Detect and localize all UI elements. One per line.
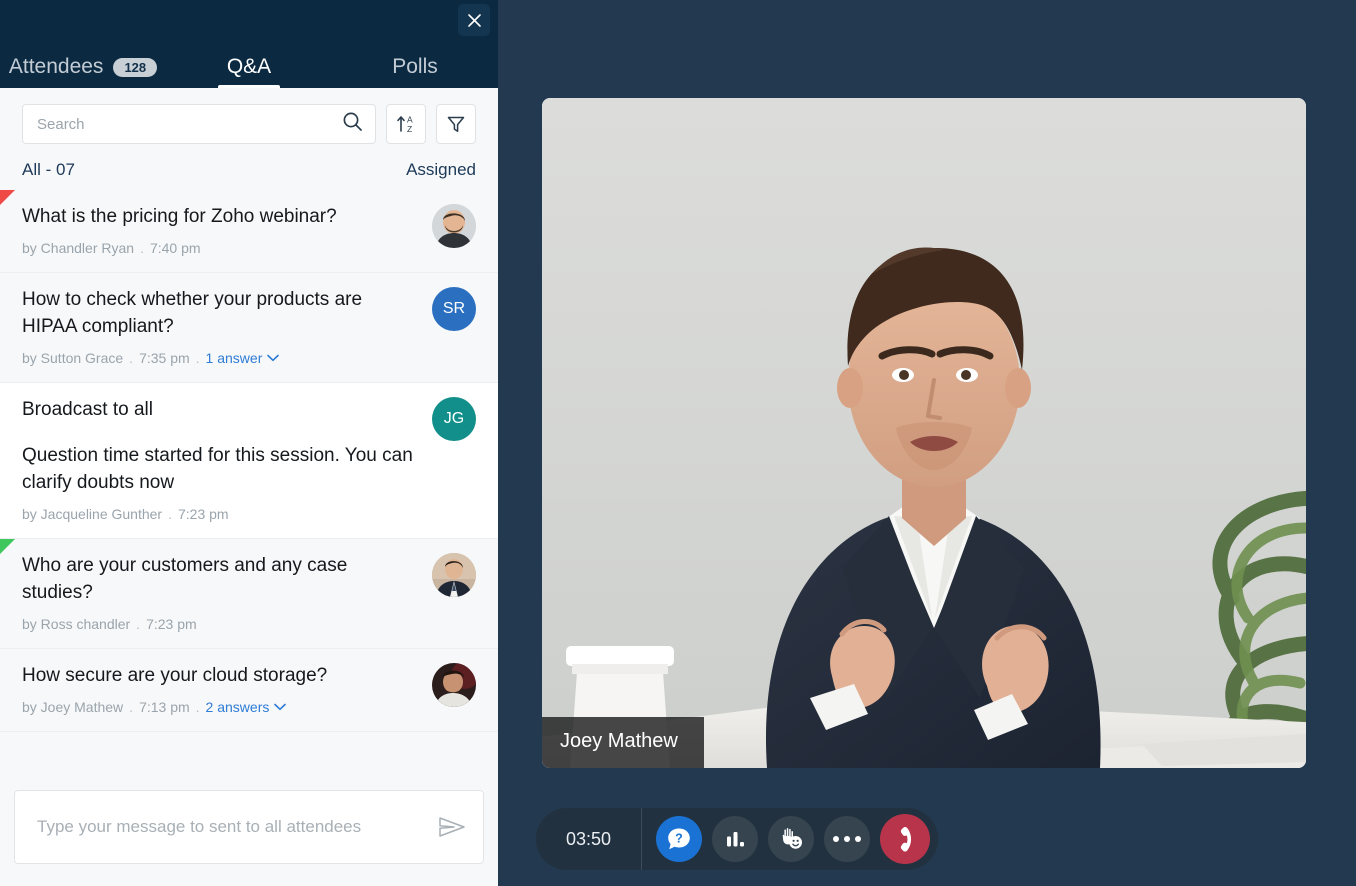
qa-item-author: by Chandler Ryan	[22, 239, 135, 256]
avatar[interactable]	[432, 552, 476, 597]
qa-item-time: 7:13 pm	[139, 698, 190, 715]
avatar[interactable]: JG	[432, 396, 476, 441]
chevron-down-icon	[274, 703, 287, 710]
qa-item-meta: by Chandler Ryan. 7:40 pm	[22, 240, 420, 256]
filter-icon[interactable]	[436, 104, 476, 144]
session-timer: 03:50	[536, 808, 642, 870]
control-buttons: ?	[642, 814, 930, 864]
send-icon[interactable]	[437, 815, 467, 839]
qa-item-answers-toggle[interactable]: 2 answers	[206, 699, 287, 715]
avatar[interactable]: SR	[432, 286, 476, 331]
filter-assigned-label[interactable]: Assigned	[406, 160, 476, 180]
qa-item[interactable]: What is the pricing for Zoho webinar? by …	[0, 190, 498, 273]
list-header: All - 07 Assigned	[0, 154, 498, 190]
search-toolbar: A Z	[0, 88, 498, 154]
tab-active-underline	[218, 85, 280, 88]
qa-item-title: How to check whether your products are H…	[22, 288, 363, 337]
message-composer	[0, 778, 498, 886]
qa-item-time: 7:35 pm	[139, 349, 190, 366]
qa-item-author: by Sutton Grace	[22, 349, 124, 366]
tab-qa[interactable]: Q&A	[166, 55, 332, 88]
qa-item-meta: by Sutton Grace. 7:35 pm. 1 answer	[22, 350, 420, 366]
qa-item-title: Broadcast to all	[22, 398, 153, 420]
attendees-count-badge: 128	[113, 57, 158, 77]
meeting-control-bar: 03:50 ?	[536, 808, 938, 870]
qa-item-author: by Ross chandler	[22, 615, 131, 632]
meta-separator: .	[140, 239, 144, 256]
qa-item-body: Broadcast to all Question time started fo…	[22, 397, 432, 522]
qa-button[interactable]: ?	[656, 816, 702, 862]
end-call-button[interactable]	[880, 814, 930, 864]
video-stage: Joey Mathew 03:50 ?	[498, 0, 1356, 886]
presenter-video-tile[interactable]: Joey Mathew	[542, 98, 1306, 768]
tab-attendees[interactable]: Attendees 128	[0, 55, 166, 88]
qa-item[interactable]: How to check whether your products are H…	[0, 272, 498, 383]
presenter-video-image	[542, 98, 1306, 768]
meta-separator: .	[129, 349, 134, 366]
tab-polls[interactable]: Polls	[332, 55, 498, 88]
filter-all-label[interactable]: All - 07	[22, 160, 75, 180]
sort-az-icon[interactable]: A Z	[386, 104, 426, 144]
avatar[interactable]	[432, 662, 476, 707]
svg-text:?: ?	[675, 832, 683, 846]
tab-attendees-label: Attendees	[8, 55, 104, 78]
ellipsis-icon	[833, 836, 861, 842]
question-bubble-icon: ?	[668, 828, 690, 850]
qa-item[interactable]: Who are your customers and any case stud…	[0, 538, 498, 649]
qa-item-time: 7:23 pm	[177, 505, 229, 522]
meta-separator: .	[195, 698, 200, 715]
svg-text:A: A	[407, 115, 413, 125]
search-input[interactable]	[37, 115, 342, 133]
search-icon[interactable]	[342, 111, 363, 137]
qa-item-title: What is the pricing for Zoho webinar?	[22, 206, 337, 227]
meta-separator: .	[168, 505, 172, 522]
polls-button[interactable]	[712, 816, 758, 862]
qa-item-title: Who are your customers and any case stud…	[22, 554, 348, 603]
svg-text:Z: Z	[407, 124, 412, 134]
presenter-name-label: Joey Mathew	[542, 717, 704, 768]
qa-item-body: How to check whether your products are H…	[22, 287, 432, 366]
meta-separator: .	[195, 349, 200, 366]
webinar-app: Attendees 128 Q&A Polls Search A Z All -…	[0, 0, 1356, 886]
tab-polls-label: Polls	[392, 55, 438, 78]
qa-item[interactable]: Broadcast to all Question time started fo…	[0, 382, 498, 539]
more-options-button[interactable]	[824, 816, 870, 862]
tab-qa-label: Q&A	[226, 55, 272, 78]
qa-item-message: Question time started for this session. …	[22, 444, 413, 493]
qa-item-meta: by Jacqueline Gunther. 7:23 pm	[22, 506, 420, 522]
qa-item-time: 7:40 pm	[149, 239, 201, 256]
qa-side-panel: Attendees 128 Q&A Polls Search A Z All -…	[0, 0, 498, 886]
avatar[interactable]	[432, 204, 476, 248]
panel-header: Attendees 128 Q&A Polls	[0, 0, 498, 88]
qa-item-author: by Jacqueline Gunther	[22, 505, 163, 522]
chevron-down-icon	[267, 354, 280, 362]
qa-item[interactable]: How secure are your cloud storage? by Joe…	[0, 648, 498, 732]
qa-question-list[interactable]: What is the pricing for Zoho webinar? by …	[0, 190, 498, 778]
reactions-button[interactable]	[768, 816, 814, 862]
composer-box[interactable]	[14, 790, 484, 864]
meta-separator: .	[136, 615, 141, 632]
qa-item-body: How secure are your cloud storage? by Joe…	[22, 663, 432, 715]
panel-tabs: Attendees 128 Q&A Polls	[0, 36, 498, 88]
qa-item-meta: by Joey Mathew. 7:13 pm. 2 answers	[22, 699, 420, 715]
raise-hand-emoji-icon	[782, 828, 802, 849]
priority-flag-icon	[0, 538, 15, 554]
qa-item-title: How secure are your cloud storage?	[22, 664, 328, 686]
message-input[interactable]	[37, 817, 437, 837]
meta-separator: .	[129, 698, 134, 715]
qa-item-meta: by Ross chandler. 7:23 pm	[22, 616, 420, 632]
qa-item-answers-toggle[interactable]: 1 answer	[206, 350, 280, 366]
qa-item-body: Who are your customers and any case stud…	[22, 553, 432, 632]
qa-item-author: by Joey Mathew	[22, 698, 124, 715]
priority-flag-icon	[0, 190, 15, 205]
qa-item-time: 7:23 pm	[146, 615, 197, 632]
phone-hangup-icon	[900, 827, 912, 852]
bar-chart-icon	[727, 832, 744, 847]
close-icon[interactable]	[458, 4, 490, 36]
qa-item-body: What is the pricing for Zoho webinar? by …	[22, 204, 432, 256]
search-box[interactable]	[22, 104, 376, 144]
